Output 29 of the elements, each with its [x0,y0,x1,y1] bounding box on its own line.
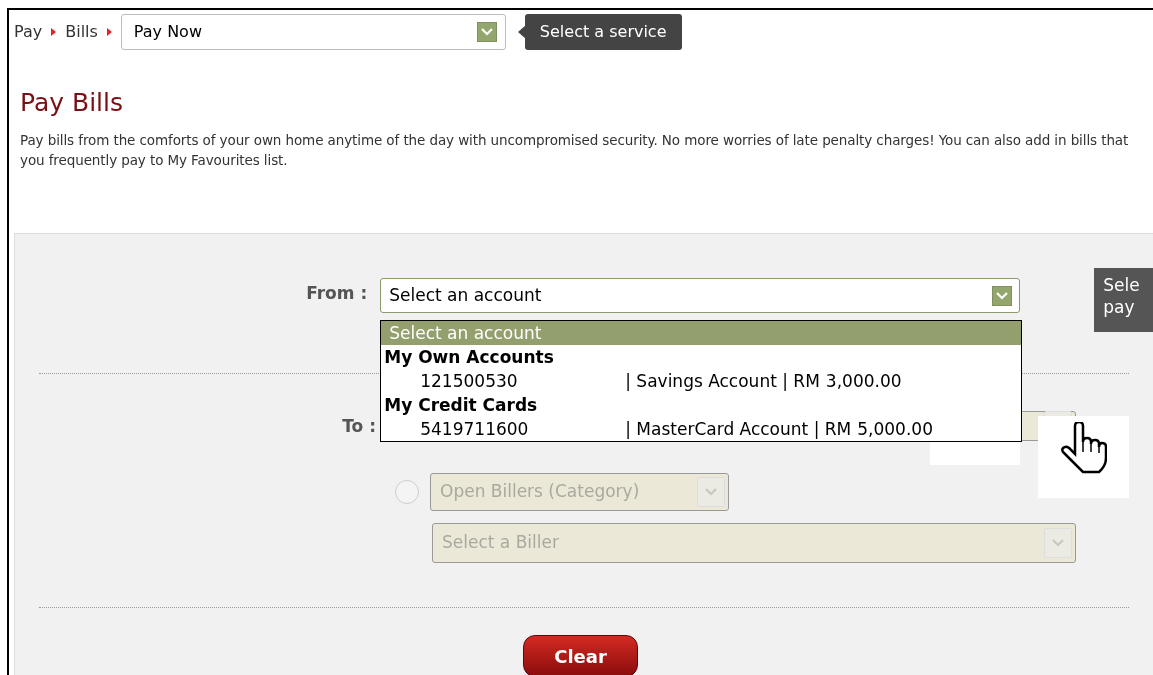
option-group-label: My Credit Cards [383,394,539,417]
dropdown-option[interactable]: 121500530 | Savings Account | RM 3,000.00 [381,369,1022,393]
option-group-label: My Own Accounts [383,346,555,369]
clear-button[interactable]: Clear [523,635,638,675]
account-type: | Savings Account | RM [625,370,820,393]
description-text: Pay bills from the comforts of your own home anytime of the day with uncompromised security. No more worries of late penalty charges! You can also add in bills that you frequently pay to My Favourites list. [20,131,1130,170]
breadcrumb-arrow-icon [51,28,57,36]
tooltip-text: Sele [1103,274,1141,296]
to-label: To : [341,415,376,438]
account-number: 121500530 [420,370,519,393]
select-placeholder: Select a Biller [442,531,559,555]
from-label: From : [305,282,368,305]
breadcrumb-link[interactable]: Bills [65,20,98,44]
breadcrumb-link[interactable]: Pay [14,20,43,44]
account-select[interactable]: Select an account [380,278,1021,313]
select-value: Pay Now [133,21,202,43]
select-value: Open Billers (Category) [440,480,640,504]
page-title: Pay Bills [20,88,125,118]
tooltip-text: pay [1103,296,1136,318]
hand-cursor-icon [1038,416,1129,498]
service-select[interactable]: Pay Now [120,14,506,50]
account-balance: 5,000.00 [857,418,933,441]
account-number: 5419711600 [420,418,530,441]
breadcrumb-arrow-icon [106,28,112,36]
dropdown-option[interactable]: 5419711600 | MasterCard Account | RM 5,000.00 [381,417,1022,441]
tooltip-pointer-icon [517,25,526,39]
account-balance: 3,000.00 [825,370,902,393]
account-type: | MasterCard Account | RM [625,418,852,441]
select-value: Select an account [389,283,542,307]
